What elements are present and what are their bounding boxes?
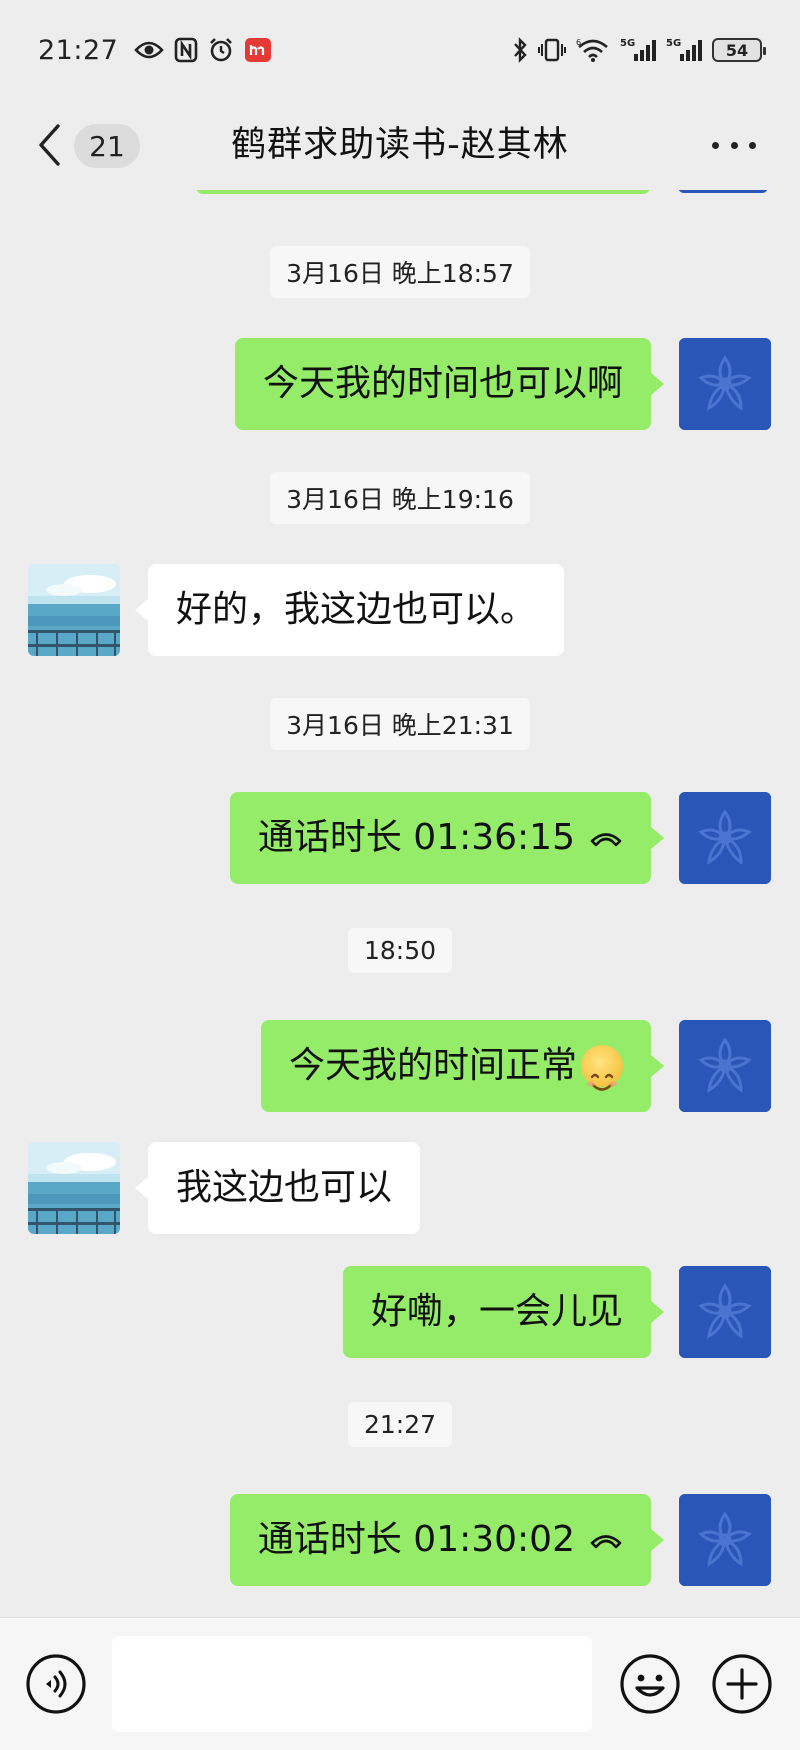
svg-text:5G: 5G: [666, 38, 681, 49]
timestamp: 3月16日 晚上18:57: [0, 246, 800, 298]
status-right: 6 5G 5G 54: [512, 37, 766, 63]
message-row-self: 通话时长 01:36:15: [0, 792, 800, 884]
emoji-button[interactable]: [618, 1652, 682, 1716]
message-row-self: 今天我的时间也可以啊: [0, 338, 800, 430]
message-bubble-self[interactable]: 好嘞，一会儿见: [342, 1266, 665, 1358]
vibrate-icon: [538, 38, 566, 62]
more-functions-button[interactable]: [710, 1652, 774, 1716]
self-avatar[interactable]: [679, 338, 771, 430]
message-bubble-self[interactable]: 今天我的时间也可以啊: [234, 338, 665, 430]
eye-icon: [134, 39, 165, 61]
flower-avatar-icon: [679, 1494, 771, 1586]
message-row-other: 我这边也可以: [0, 1142, 800, 1234]
back-button[interactable]: [34, 120, 64, 170]
message-bubble-other[interactable]: 好的，我这边也可以。: [134, 564, 565, 656]
bluetooth-icon: [512, 37, 528, 63]
call-duration-text: 通话时长 01:30:02: [257, 1519, 575, 1560]
status-left: 21:27: [38, 35, 272, 66]
message-bubble-other[interactable]: 我这边也可以: [134, 1142, 421, 1234]
plus-circle-icon: [712, 1654, 772, 1714]
alarm-icon: [208, 37, 234, 63]
status-time: 21:27: [38, 34, 119, 66]
message-text: 今天我的时间也可以啊: [262, 363, 623, 404]
flower-avatar-icon: [679, 338, 771, 430]
timestamp-label: 3月16日 晚上21:31: [270, 698, 530, 750]
previous-message-bubble[interactable]: [196, 190, 650, 194]
message-text: 今天我的时间正常: [288, 1045, 577, 1086]
self-avatar[interactable]: [679, 1494, 771, 1586]
flower-avatar-icon: [679, 1266, 771, 1358]
message-row-self: 通话时长 01:30:02: [0, 1494, 800, 1586]
message-text: 好的，我这边也可以。: [176, 589, 537, 630]
call-duration-text: 通话时长 01:36:15: [257, 817, 575, 858]
chevron-left-icon: [39, 124, 60, 166]
flower-avatar-icon: [679, 792, 771, 884]
message-row-other: 好的，我这边也可以。: [0, 564, 800, 656]
timestamp-label: 21:27: [347, 1402, 453, 1447]
contact-avatar[interactable]: [28, 564, 120, 656]
call-record-bubble[interactable]: 通话时长 01:30:02: [229, 1494, 665, 1586]
timestamp: 18:50: [0, 928, 800, 973]
input-bar: [0, 1617, 800, 1750]
timestamp-label: 18:50: [347, 928, 453, 973]
unread-count-badge[interactable]: 21: [74, 124, 140, 168]
timestamp: 21:27: [0, 1402, 800, 1447]
previous-message-avatar[interactable]: [678, 190, 768, 193]
self-avatar[interactable]: [679, 792, 771, 884]
svg-text:5G: 5G: [620, 38, 635, 49]
voice-input-button[interactable]: [24, 1652, 88, 1716]
app-notification-icon: [244, 37, 272, 63]
signal-5g-icon: 5G: [666, 37, 702, 63]
self-avatar[interactable]: [679, 1266, 771, 1358]
message-row-self: 好嘞，一会儿见: [0, 1266, 800, 1358]
message-list[interactable]: 3月16日 晚上18:57 今天我的时间也可以啊 3月16日 晚上19:16 好…: [0, 190, 800, 1617]
voice-icon: [26, 1654, 86, 1714]
battery-indicator: 54: [712, 38, 766, 62]
timestamp: 3月16日 晚上21:31: [0, 698, 800, 750]
phone-hangup-icon: [590, 833, 622, 847]
self-avatar[interactable]: [679, 1020, 771, 1112]
message-bubble-self[interactable]: 今天我的时间正常: [260, 1020, 665, 1112]
more-dots-icon: [712, 141, 719, 149]
message-text: 好嘞，一会儿见: [370, 1291, 623, 1332]
smiley-icon: [620, 1654, 680, 1714]
status-bar: 21:27 6 5G 5G 54: [0, 0, 800, 100]
nfc-icon: [174, 37, 198, 63]
wifi-icon: 6: [576, 37, 610, 63]
phone-hangup-icon: [590, 1535, 622, 1549]
flower-avatar-icon: [679, 1020, 771, 1112]
message-text: 我这边也可以: [176, 1167, 393, 1208]
seascape-avatar-icon: [28, 564, 120, 656]
timestamp: 3月16日 晚上19:16: [0, 472, 800, 524]
timestamp-label: 3月16日 晚上18:57: [270, 246, 530, 298]
contact-avatar[interactable]: [28, 1142, 120, 1234]
message-input[interactable]: [112, 1636, 592, 1732]
svg-text:6: 6: [576, 38, 581, 47]
signal-5g-icon: 5G: [620, 37, 656, 63]
chat-header: 21 鹤群求助读书-赵其林: [0, 100, 800, 190]
message-row-self: 今天我的时间正常: [0, 1020, 800, 1112]
seascape-avatar-icon: [28, 1142, 120, 1234]
smiling-emoji-icon: [581, 1045, 623, 1091]
more-options-button[interactable]: [712, 138, 756, 152]
call-record-bubble[interactable]: 通话时长 01:36:15: [229, 792, 665, 884]
timestamp-label: 3月16日 晚上19:16: [270, 472, 530, 524]
chat-title: 鹤群求助读书-赵其林: [231, 125, 569, 165]
